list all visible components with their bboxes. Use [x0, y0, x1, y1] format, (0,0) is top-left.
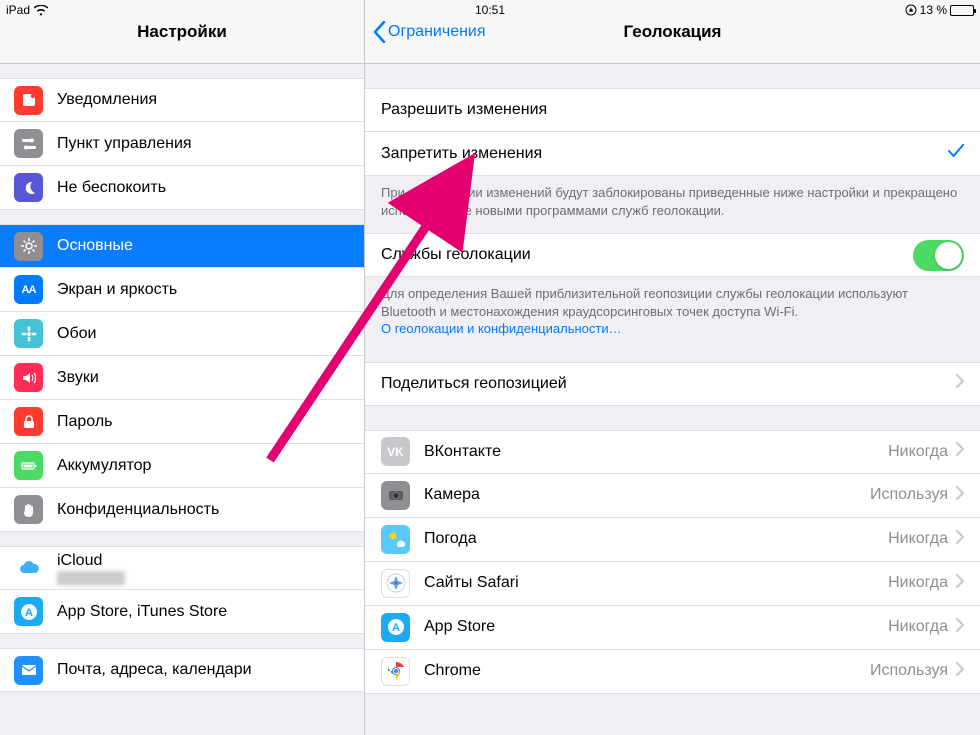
services-footer: Для определения Вашей приблизительной ге…	[365, 277, 980, 352]
chevron-right-icon	[956, 530, 964, 549]
sidebar-item-label: Пароль	[57, 413, 113, 431]
app-value: Никогда	[888, 574, 948, 592]
back-label: Ограничения	[388, 23, 486, 41]
app-label: Камера	[424, 486, 870, 504]
app-row-appstore[interactable]: A App StoreНикогда	[365, 606, 980, 650]
changes-group: Разрешить изменения Запретить изменения	[365, 88, 980, 176]
sidebar-item-label: Обои	[57, 325, 96, 343]
back-button[interactable]: Ограничения	[373, 21, 486, 43]
rotation-lock-icon	[905, 4, 917, 16]
appstore-icon: A	[14, 597, 43, 626]
sidebar-item-display[interactable]: AA Экран и яркость	[0, 268, 364, 312]
device-label: iPad	[6, 3, 30, 17]
sidebar-item-control-center[interactable]: Пункт управления	[0, 122, 364, 166]
app-label: Погода	[424, 530, 888, 548]
svg-text:A: A	[392, 622, 400, 634]
sidebar-item-label: Аккумулятор	[57, 457, 151, 475]
status-time: 10:51	[475, 3, 505, 17]
app-row-chrome[interactable]: ChromeИспользуя	[365, 650, 980, 694]
sidebar-item-privacy[interactable]: Конфиденциальность	[0, 488, 364, 532]
sidebar-item-label: App Store, iTunes Store	[57, 603, 227, 621]
sidebar-item-sub: ████████	[57, 571, 125, 585]
location-services-toggle[interactable]	[913, 240, 964, 271]
vk-app-icon: VK	[381, 437, 410, 466]
sidebar-item-label: Конфиденциальность	[57, 501, 219, 519]
svg-text:A: A	[25, 607, 33, 619]
chevron-right-icon	[956, 486, 964, 505]
status-bar: iPad 10:51 13 %	[0, 0, 980, 20]
sidebar-item-wallpaper[interactable]: Обои	[0, 312, 364, 356]
app-row-weather[interactable]: ПогодаНикогда	[365, 518, 980, 562]
appstore-app-icon: A	[381, 613, 410, 642]
app-value: Используя	[870, 486, 948, 504]
safari-app-icon	[381, 569, 410, 598]
sidebar-item-label: Почта, адреса, календари	[57, 661, 252, 679]
detail-pane: Ограничения Геолокация Разрешить изменен…	[365, 0, 980, 735]
app-label: Сайты Safari	[424, 574, 888, 592]
chevron-right-icon	[956, 662, 964, 681]
chevron-right-icon	[956, 574, 964, 593]
chrome-app-icon	[381, 657, 410, 686]
app-label: Chrome	[424, 662, 870, 680]
mail-icon	[14, 656, 43, 685]
settings-sidebar: Настройки Уведомления Пункт управления Не …	[0, 0, 365, 735]
battery-percent: 13 %	[920, 3, 947, 17]
detail-title: Геолокация	[624, 22, 722, 42]
sidebar-item-label: iCloud	[57, 552, 125, 570]
app-row-camera[interactable]: КамераИспользуя	[365, 474, 980, 518]
speaker-icon	[14, 363, 43, 392]
chevron-right-icon	[956, 374, 964, 393]
sidebar-item-mail[interactable]: Почта, адреса, календари	[0, 648, 364, 692]
checkmark-icon	[948, 144, 964, 163]
sidebar-title: Настройки	[137, 22, 227, 42]
sidebar-item-battery[interactable]: Аккумулятор	[0, 444, 364, 488]
notif-icon	[14, 86, 43, 115]
wifi-icon	[34, 5, 48, 16]
app-row-safari[interactable]: Сайты SafariНикогда	[365, 562, 980, 606]
aa-icon: AA	[14, 275, 43, 304]
sidebar-item-dnd[interactable]: Не беспокоить	[0, 166, 364, 210]
app-value: Никогда	[888, 443, 948, 461]
sidebar-item-label: Основные	[57, 237, 133, 255]
services-group: Службы геолокации	[365, 233, 980, 277]
app-value: Никогда	[888, 618, 948, 636]
changes-footer: При запрещении изменений будут заблокиро…	[365, 176, 980, 233]
sidebar-item-label: Не беспокоить	[57, 179, 166, 197]
app-value: Используя	[870, 662, 948, 680]
sidebar-item-general[interactable]: Основные	[0, 224, 364, 268]
app-label: ВКонтакте	[424, 443, 888, 461]
hand-icon	[14, 495, 43, 524]
cloud-icon	[14, 554, 43, 583]
sidebar-item-sounds[interactable]: Звуки	[0, 356, 364, 400]
flower-icon	[14, 319, 43, 348]
moon-icon	[14, 173, 43, 202]
share-group: Поделиться геопозицией	[365, 362, 980, 406]
toggles-icon	[14, 129, 43, 158]
battery-icon	[950, 5, 974, 16]
weather-app-icon	[381, 525, 410, 554]
chevron-right-icon	[956, 618, 964, 637]
allow-changes-row[interactable]: Разрешить изменения	[365, 88, 980, 132]
sidebar-item-label: Пункт управления	[57, 135, 192, 153]
lock-icon	[14, 407, 43, 436]
sidebar-item-notifications[interactable]: Уведомления	[0, 78, 364, 122]
sidebar-item-appstore[interactable]: A App Store, iTunes Store	[0, 590, 364, 634]
sidebar-item-label: Уведомления	[57, 91, 157, 109]
camera-app-icon	[381, 481, 410, 510]
sidebar-item-label: Экран и яркость	[57, 281, 177, 299]
battery-icon	[14, 451, 43, 480]
location-services-row[interactable]: Службы геолокации	[365, 233, 980, 277]
privacy-link[interactable]: О геолокации и конфиденциальности…	[381, 321, 622, 336]
chevron-right-icon	[956, 442, 964, 461]
sidebar-item-icloud[interactable]: iCloud████████	[0, 546, 364, 590]
share-location-row[interactable]: Поделиться геопозицией	[365, 362, 980, 406]
app-row-vk[interactable]: VK ВКонтактеНикогда	[365, 430, 980, 474]
sidebar-item-label: Звуки	[57, 369, 99, 387]
gear-icon	[14, 232, 43, 261]
app-label: App Store	[424, 618, 888, 636]
app-value: Никогда	[888, 530, 948, 548]
sidebar-item-passcode[interactable]: Пароль	[0, 400, 364, 444]
deny-changes-row[interactable]: Запретить изменения	[365, 132, 980, 176]
apps-group: VKВКонтактеНикогдаКамераИспользуяПогодаН…	[365, 430, 980, 694]
